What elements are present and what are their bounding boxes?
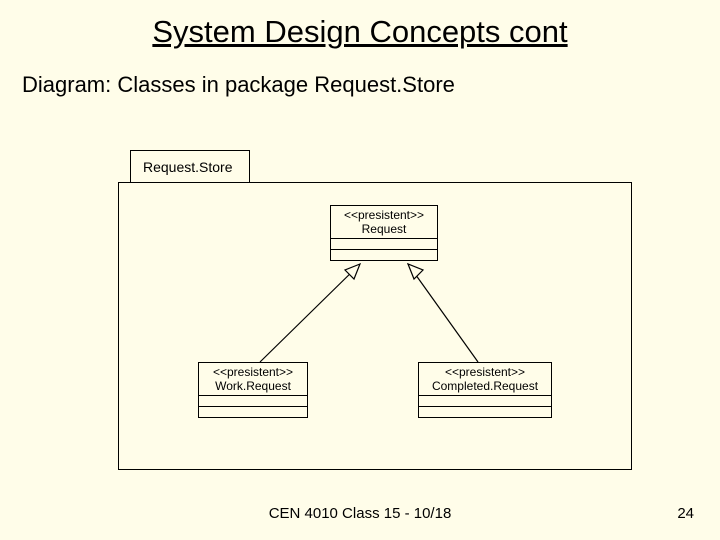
stereotype-label: <<presistent>> — [337, 208, 431, 222]
footer-center: CEN 4010 Class 15 - 10/18 — [0, 505, 720, 522]
class-name-label: Completed.Request — [425, 379, 545, 393]
page-number: 24 — [677, 505, 694, 522]
slide: System Design Concepts cont Diagram: Cla… — [0, 0, 720, 540]
class-name-label: Request — [337, 222, 431, 236]
stereotype-label: <<presistent>> — [205, 365, 301, 379]
class-work-header: <<presistent>> Work.Request — [199, 363, 307, 395]
stereotype-label: <<presistent>> — [425, 365, 545, 379]
class-work-request: <<presistent>> Work.Request — [198, 362, 308, 418]
class-completed-request: <<presistent>> Completed.Request — [418, 362, 552, 418]
slide-title: System Design Concepts cont — [0, 14, 720, 50]
class-compartment — [199, 395, 307, 406]
class-request-header: <<presistent>> Request — [331, 206, 437, 238]
class-compartment — [419, 395, 551, 406]
class-request: <<presistent>> Request — [330, 205, 438, 261]
class-compartment — [199, 406, 307, 417]
class-compartment — [419, 406, 551, 417]
package-tab: Request.Store — [130, 150, 250, 182]
slide-subtitle: Diagram: Classes in package Request.Stor… — [22, 72, 455, 98]
class-name-label: Work.Request — [205, 379, 301, 393]
package-name: Request.Store — [143, 159, 233, 175]
class-compartment — [331, 238, 437, 249]
class-compartment — [331, 249, 437, 260]
class-completed-header: <<presistent>> Completed.Request — [419, 363, 551, 395]
